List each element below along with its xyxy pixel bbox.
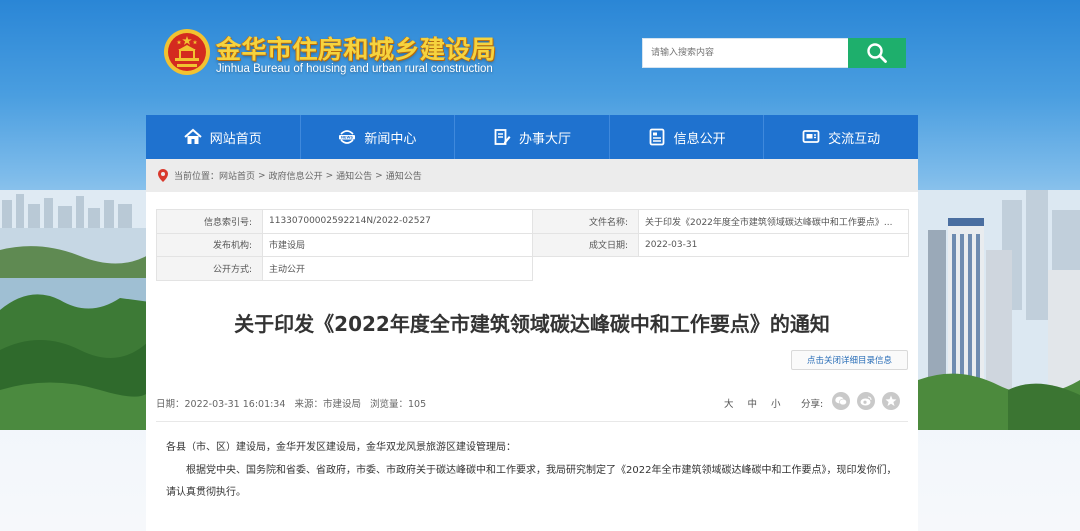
nav-label: 交流互动 xyxy=(828,131,881,147)
catalog-toggle-button[interactable]: 点击关闭详细目录信息 xyxy=(791,350,908,370)
breadcrumb-gov-info[interactable]: 政府信息公开 xyxy=(269,169,323,182)
breadcrumb-prefix: 当前位置： xyxy=(174,172,220,182)
salutation-paragraph: 各县（市、区）建设局，金华开发区建设局，金华双龙风景旅游区建设管理局： xyxy=(166,442,516,453)
qzone-star-icon xyxy=(885,395,897,406)
nav-label: 新闻中心 xyxy=(364,131,417,147)
site-subtitle: Jinhua Bureau of housing and urban rural… xyxy=(216,63,493,75)
date-value: 2022-03-31 xyxy=(638,232,909,257)
publisher-value: 市建设局 xyxy=(262,232,533,257)
meta-source: 来源：市建设局 xyxy=(294,399,361,410)
breadcrumb-notices-current[interactable]: 通知公告 xyxy=(386,169,422,182)
share-label: 分享: xyxy=(801,399,824,410)
article-body: 各县（市、区）建设局，金华开发区建设局，金华双龙风景旅游区建设管理局： 根据党中… xyxy=(166,437,904,505)
meta-date: 日期：2022-03-31 16:01:34 xyxy=(156,399,286,410)
qzone-share-button[interactable] xyxy=(882,392,900,410)
location-pin-icon xyxy=(158,169,168,182)
weibo-icon xyxy=(860,396,872,406)
index-label: 信息索引号: xyxy=(156,209,263,234)
meta-views: 浏览量：105 xyxy=(369,399,427,410)
nav-label: 网站首页 xyxy=(209,131,262,147)
home-icon xyxy=(184,128,202,144)
breadcrumb-separator: > xyxy=(258,170,266,181)
nav-item-news[interactable]: NEWS 新闻中心 xyxy=(301,115,456,159)
breadcrumb: 当前位置： 网站首页 > 政府信息公开 > 通知公告 > 通知公告 xyxy=(146,159,918,192)
national-emblem-icon xyxy=(164,29,210,75)
search-input[interactable] xyxy=(642,38,850,68)
nav-label: 办事大厅 xyxy=(518,131,571,147)
site-header: 金华市住房和城乡建设局 Jinhua Bureau of housing and… xyxy=(0,0,1080,115)
body-paragraph: 根据党中央、国务院和省委、省政府，市委、市政府关于碳达峰碳中和工作要求，我局研究… xyxy=(166,464,897,499)
cityscape-right-illustration xyxy=(918,190,1080,430)
breadcrumb-separator: > xyxy=(325,170,334,181)
nav-item-interaction[interactable]: 交流互动 xyxy=(764,115,918,159)
mode-label: 公开方式: xyxy=(156,256,263,281)
info-list-icon xyxy=(649,128,664,146)
filename-label: 文件名称: xyxy=(532,209,639,234)
filename-value: 关于印发《2022年度全市建筑领域碳达峰碳中和工作要点》... xyxy=(638,209,909,234)
article-title: 关于印发《2022年度全市建筑领域碳达峰碳中和工作要点》的通知 xyxy=(234,312,830,336)
nav-label: 信息公开 xyxy=(673,131,726,147)
breadcrumb-home[interactable]: 网站首页 xyxy=(219,169,255,182)
table-row: 信息索引号: 11330700002592214N/2022-02527 文件名… xyxy=(156,209,909,234)
chat-icon xyxy=(802,130,820,143)
divider xyxy=(156,421,908,422)
publisher-label: 发布机构: xyxy=(156,232,263,257)
content-panel: 当前位置： 网站首页 > 政府信息公开 > 通知公告 > 通知公告 信息索引号:… xyxy=(146,159,918,531)
search-button[interactable] xyxy=(848,38,906,68)
svg-text:NEWS: NEWS xyxy=(341,136,353,140)
font-size-controls: 大 中 小 xyxy=(724,396,781,410)
nav-item-home[interactable]: 网站首页 xyxy=(146,115,301,159)
table-row: 发布机构: 市建设局 成文日期: 2022-03-31 xyxy=(156,232,909,257)
table-row: 公开方式: 主动公开 xyxy=(156,256,909,281)
news-icon: NEWS xyxy=(339,130,356,144)
search-icon xyxy=(867,43,887,63)
weibo-share-button[interactable] xyxy=(857,392,875,410)
font-medium-button[interactable]: 中 xyxy=(748,396,758,410)
font-small-button[interactable]: 小 xyxy=(771,396,781,410)
document-info-table: 信息索引号: 11330700002592214N/2022-02527 文件名… xyxy=(156,209,909,281)
wechat-share-button[interactable] xyxy=(832,392,850,410)
mode-value: 主动公开 xyxy=(262,256,533,281)
breadcrumb-notices[interactable]: 通知公告 xyxy=(336,169,372,182)
wechat-icon xyxy=(835,396,847,406)
breadcrumb-separator: > xyxy=(375,170,383,181)
main-nav: 网站首页 NEWS 新闻中心 办事大厅 信息公开 交流互动 xyxy=(146,115,918,159)
date-label: 成文日期: xyxy=(532,232,639,257)
cityscape-left-illustration xyxy=(0,190,150,430)
font-large-button[interactable]: 大 xyxy=(724,396,734,410)
document-edit-icon xyxy=(494,129,511,145)
nav-item-service-hall[interactable]: 办事大厅 xyxy=(455,115,610,159)
nav-item-info-disclosure[interactable]: 信息公开 xyxy=(610,115,765,159)
index-value: 11330700002592214N/2022-02527 xyxy=(262,209,533,234)
article-meta: 日期：2022-03-31 16:01:34 来源：市建设局 浏览量：105 xyxy=(156,396,432,410)
site-title: 金华市住房和城乡建设局 xyxy=(216,35,497,64)
